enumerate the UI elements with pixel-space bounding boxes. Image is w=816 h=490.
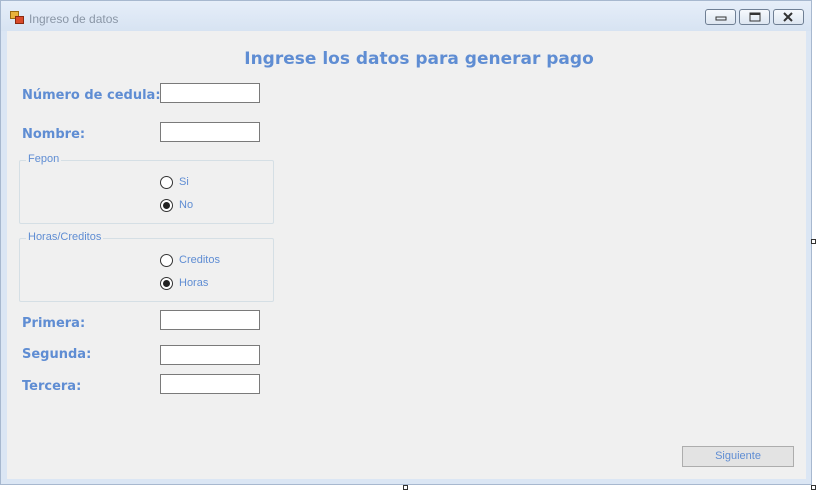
radio-creditos[interactable] — [160, 254, 173, 267]
main-window: Ingreso de datos Ingrese los datos para … — [0, 0, 812, 485]
close-icon — [783, 12, 793, 22]
radio-si[interactable] — [160, 176, 173, 189]
segunda-label: Segunda: — [22, 347, 92, 362]
minimize-icon — [715, 16, 727, 21]
resize-handle-right[interactable] — [811, 239, 816, 244]
maximize-button[interactable] — [739, 9, 770, 25]
siguiente-button[interactable]: Siguiente — [682, 446, 794, 467]
tercera-label: Tercera: — [22, 379, 82, 394]
radio-horas-label: Horas — [179, 277, 209, 289]
radio-horas[interactable] — [160, 277, 173, 290]
radio-si-label: Si — [179, 176, 189, 188]
window-title: Ingreso de datos — [29, 12, 119, 26]
form-heading: Ingrese los datos para generar pago — [244, 49, 594, 69]
maximize-icon — [749, 12, 761, 22]
cedula-input[interactable] — [160, 83, 260, 103]
close-button[interactable] — [773, 9, 804, 25]
segunda-input[interactable] — [160, 345, 260, 365]
cedula-label: Número de cedula: — [22, 88, 161, 103]
radio-creditos-label: Creditos — [179, 254, 220, 266]
minimize-button[interactable] — [705, 9, 736, 25]
resize-handle-bottom[interactable] — [403, 485, 408, 490]
primera-input[interactable] — [160, 310, 260, 330]
radio-no-label: No — [179, 199, 194, 211]
radio-no[interactable] — [160, 199, 173, 212]
fepon-group-title: Fepon — [26, 153, 62, 165]
form-client-area: Ingrese los datos para generar pago Núme… — [7, 31, 806, 479]
title-bar[interactable]: Ingreso de datos — [1, 1, 811, 31]
app-icon — [10, 11, 24, 24]
resize-handle-corner[interactable] — [811, 485, 816, 490]
nombre-label: Nombre: — [22, 127, 86, 142]
primera-label: Primera: — [22, 316, 86, 331]
horas-creditos-groupbox: Horas/Creditos Creditos Horas — [19, 231, 274, 302]
horas-creditos-group-title: Horas/Creditos — [26, 231, 104, 243]
tercera-input[interactable] — [160, 374, 260, 394]
nombre-input[interactable] — [160, 122, 260, 142]
fepon-groupbox: Fepon Si No — [19, 153, 274, 224]
